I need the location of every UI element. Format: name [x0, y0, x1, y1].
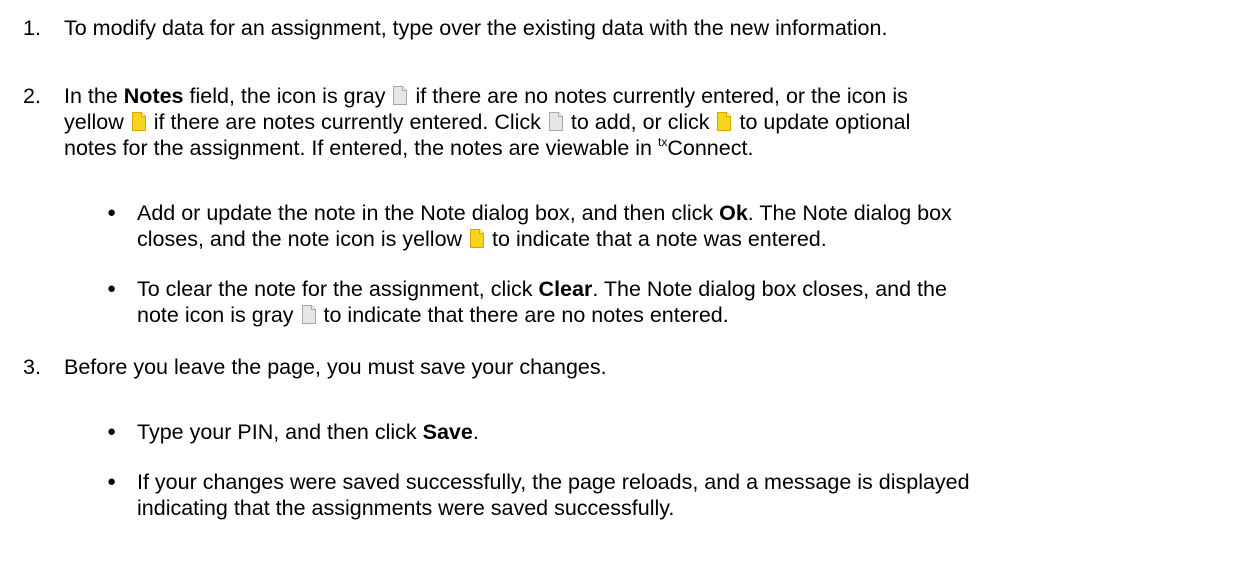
bullet-text: Type your PIN, and then click	[137, 420, 417, 444]
yellow-note-icon	[469, 228, 485, 249]
step-2-in-the: In the	[64, 84, 118, 108]
bullet-dot: ●	[107, 423, 117, 440]
step-2-bullet-2-line-2: note icon is gray to indicate that there…	[137, 302, 729, 328]
bullet-text: to indicate that a note was entered.	[492, 227, 827, 251]
clear-button-label: Clear	[538, 277, 593, 301]
step-2-bullet-1-line-1: Add or update the note in the Note dialo…	[137, 200, 952, 226]
step-2-line-3: notes for the assignment. If entered, th…	[64, 135, 753, 161]
bullet-text: to indicate that there are no notes ente…	[323, 303, 729, 327]
step-3-bullet-2-line-1: If your changes were saved successfully,…	[137, 470, 970, 494]
step-3-text: Before you leave the page, you must save…	[64, 355, 607, 379]
bullet-text: .	[472, 420, 479, 444]
step-1-number: 1.	[23, 16, 41, 40]
yellow-note-icon	[131, 111, 147, 132]
step-2-line-2: yellow if there are notes currently ente…	[64, 109, 910, 135]
save-button-label: Save	[422, 420, 473, 444]
step-2-viewable-text: notes for the assignment. If entered, th…	[64, 136, 653, 160]
step-2-field-text: field, the icon is gray	[189, 84, 386, 108]
step-1-text: To modify data for an assignment, type o…	[64, 16, 888, 40]
bullet-dot: ●	[107, 280, 117, 297]
tx-superscript: tx	[658, 135, 668, 149]
step-3-number: 3.	[23, 355, 41, 379]
yellow-note-icon	[716, 111, 732, 132]
step-3-bullet-1-line-1: Type your PIN, and then click Save.	[137, 419, 479, 445]
ok-button-label: Ok	[719, 201, 748, 225]
gray-note-icon	[301, 304, 317, 325]
step-2-no-notes-text: if there are no notes currently entered,…	[415, 84, 908, 108]
gray-note-icon	[548, 111, 564, 132]
step-2-bullet-2-line-1: To clear the note for the assignment, cl…	[137, 276, 947, 302]
bullet-text: note icon is gray	[137, 303, 294, 327]
step-2-notes-entered-text: if there are notes currently entered. Cl…	[153, 110, 541, 134]
connect-text: Connect.	[667, 136, 754, 160]
bullet-dot: ●	[107, 473, 117, 490]
bullet-text: . The Note dialog box closes, and the	[592, 277, 947, 301]
step-3-bullet-2-line-2: indicating that the assignments were sav…	[137, 496, 675, 520]
step-2-number: 2.	[23, 84, 41, 108]
bullet-text: . The Note dialog box	[747, 201, 952, 225]
step-2-to-update-text: to update optional	[739, 110, 911, 134]
document-page: 1. To modify data for an assignment, typ…	[0, 0, 1249, 582]
bullet-text: To clear the note for the assignment, cl…	[137, 277, 533, 301]
step-2-bullet-1-line-2: closes, and the note icon is yellow to i…	[137, 226, 827, 252]
step-2-line-1: In the Notes field, the icon is gray if …	[64, 83, 908, 109]
bullet-dot: ●	[107, 204, 117, 221]
bullet-text: Add or update the note in the Note dialo…	[137, 201, 714, 225]
tx-connect-brand: txConnect.	[658, 135, 754, 160]
step-2-yellow-text: yellow	[64, 110, 124, 134]
bullet-text: closes, and the note icon is yellow	[137, 227, 463, 251]
step-2-to-add-text: to add, or click	[570, 110, 710, 134]
notes-field-label: Notes	[123, 84, 184, 108]
gray-note-icon	[392, 85, 408, 106]
